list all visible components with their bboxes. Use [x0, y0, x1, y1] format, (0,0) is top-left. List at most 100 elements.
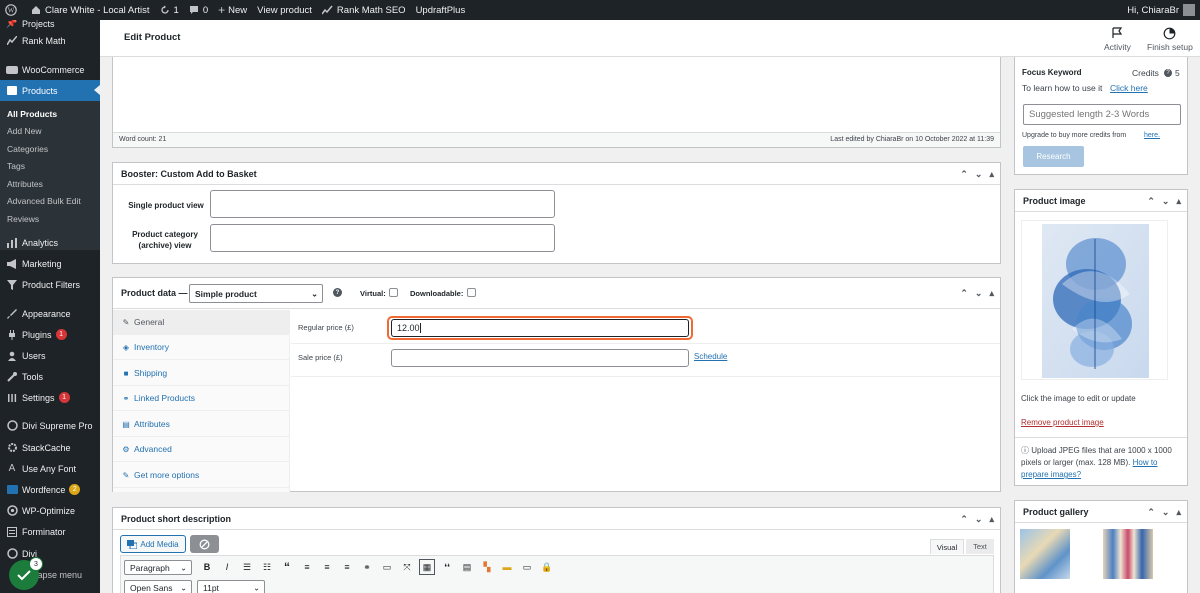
sidebar-item-wp-optimize[interactable]: WP-Optimize: [0, 500, 100, 521]
collapse-icon[interactable]: ▴: [989, 169, 994, 180]
sale-price-input[interactable]: [391, 349, 689, 367]
collapse-icon[interactable]: ▴: [989, 514, 994, 525]
divider-icon[interactable]: ▭: [519, 559, 535, 575]
sidebar-item-woocommerce[interactable]: WooCommerce: [0, 59, 100, 80]
submenu-attributes[interactable]: Attributes: [0, 175, 100, 192]
site-name-link[interactable]: Clare White - Local Artist: [26, 0, 155, 20]
sidebar-item-analytics[interactable]: Analytics: [0, 232, 100, 253]
tab-attributes[interactable]: ▤ Attributes: [113, 412, 290, 437]
sidebar-item-forminator[interactable]: Forminator: [0, 521, 100, 542]
bold-icon[interactable]: B: [199, 559, 215, 575]
upgrade-link[interactable]: here.: [1144, 132, 1160, 139]
sidebar-item-products[interactable]: Products: [0, 80, 100, 101]
sidebar-item-product-filters[interactable]: Product Filters: [0, 274, 100, 295]
focus-keyword-input[interactable]: [1023, 104, 1181, 125]
rank-math-link[interactable]: Rank Math SEO: [317, 0, 411, 20]
format-select[interactable]: Paragraph ⌄: [124, 560, 192, 575]
font-size-select[interactable]: 11pt ⌄: [197, 580, 265, 593]
sidebar-item-rank-math[interactable]: Rank Math: [0, 30, 100, 51]
sidebar-item-use-any-font[interactable]: A Use Any Font: [0, 458, 100, 479]
updates-link[interactable]: 1: [155, 0, 184, 20]
move-down-icon[interactable]: ⌄: [1162, 196, 1170, 207]
sidebar-item-plugins[interactable]: Plugins 1: [0, 324, 100, 345]
submenu-advanced-bulk-edit[interactable]: Advanced Bulk Edit: [0, 192, 100, 209]
product-image-header[interactable]: Product image ⌃ ⌄ ▴: [1015, 190, 1187, 212]
regular-price-input[interactable]: 12.00: [391, 319, 689, 337]
move-down-icon[interactable]: ⌄: [975, 288, 983, 299]
visual-tab[interactable]: Visual: [930, 539, 964, 554]
divi-builder-button[interactable]: [190, 535, 219, 553]
move-down-icon[interactable]: ⌄: [975, 514, 983, 525]
tab-linked-products[interactable]: ⚭ Linked Products: [113, 386, 290, 411]
collapse-icon[interactable]: ▴: [989, 288, 994, 299]
product-type-select[interactable]: Simple product ⌄: [189, 284, 323, 303]
activity-button[interactable]: Activity: [1104, 27, 1131, 52]
remove-image-link[interactable]: Remove product image: [1021, 418, 1104, 427]
quote-marks-icon[interactable]: ❛❛: [439, 559, 455, 575]
comments-link[interactable]: 0: [184, 0, 213, 20]
move-up-icon[interactable]: ⌃: [960, 288, 968, 299]
move-up-icon[interactable]: ⌃: [960, 514, 968, 525]
submenu-add-new[interactable]: Add New: [0, 122, 100, 139]
view-product-link[interactable]: View product: [252, 0, 317, 20]
sidebar-item-divi[interactable]: Divi: [0, 543, 100, 564]
move-up-icon[interactable]: ⌃: [1147, 196, 1155, 207]
gallery-thumbnail[interactable]: [1020, 529, 1070, 579]
collapse-icon[interactable]: ▴: [1176, 196, 1181, 207]
category-view-textarea[interactable]: [210, 224, 555, 252]
sidebar-item-users[interactable]: Users: [0, 345, 100, 366]
read-more-icon[interactable]: ▭: [379, 559, 395, 575]
submenu-tags[interactable]: Tags: [0, 157, 100, 174]
single-view-textarea[interactable]: [210, 190, 555, 218]
virtual-checkbox[interactable]: [389, 288, 398, 297]
sidebar-item-wordfence[interactable]: Wordfence 2: [0, 479, 100, 500]
task-notification-button[interactable]: 3: [9, 557, 43, 590]
tab-advanced[interactable]: ⚙ Advanced: [113, 437, 290, 462]
italic-icon[interactable]: I: [219, 559, 235, 575]
short-description-header[interactable]: Product short description ⌃ ⌄ ▴: [113, 508, 1000, 530]
sidebar-item-settings[interactable]: Settings 1: [0, 387, 100, 408]
move-up-icon[interactable]: ⌃: [1147, 507, 1155, 518]
downloadable-checkbox[interactable]: [467, 288, 476, 297]
fullscreen-icon[interactable]: ⤧: [399, 559, 415, 575]
research-button[interactable]: Research: [1023, 146, 1084, 167]
product-gallery-header[interactable]: Product gallery ⌃ ⌄ ▴: [1015, 501, 1187, 523]
wordpress-logo[interactable]: W: [0, 0, 26, 20]
align-right-icon[interactable]: ≡: [339, 559, 355, 575]
content-editor[interactable]: Word count: 21 Last edited by ChiaraBr o…: [112, 57, 1001, 148]
grid-color-icon[interactable]: ▚: [479, 559, 495, 575]
gallery-thumbnail[interactable]: [1103, 529, 1153, 579]
link-icon[interactable]: ⚭: [359, 559, 375, 575]
blockquote-icon[interactable]: “: [279, 559, 295, 575]
move-up-icon[interactable]: ⌃: [960, 169, 968, 180]
my-account-link[interactable]: Hi, ChiaraBr: [1122, 0, 1200, 20]
align-left-icon[interactable]: ≡: [299, 559, 315, 575]
move-down-icon[interactable]: ⌄: [1162, 507, 1170, 518]
bullet-list-icon[interactable]: ☰: [239, 559, 255, 575]
updraftplus-link[interactable]: UpdraftPlus: [411, 0, 471, 20]
product-image-thumbnail[interactable]: [1021, 220, 1168, 380]
move-down-icon[interactable]: ⌄: [975, 169, 983, 180]
submenu-categories[interactable]: Categories: [0, 140, 100, 157]
align-center-icon[interactable]: ≡: [319, 559, 335, 575]
tab-general[interactable]: ✎ General: [113, 310, 290, 335]
sidebar-item-divi-supreme-pro[interactable]: Divi Supreme Pro: [0, 415, 100, 436]
finish-setup-button[interactable]: Finish setup: [1147, 27, 1193, 52]
add-media-button[interactable]: Add Media: [120, 535, 186, 553]
collapse-icon[interactable]: ▴: [1176, 507, 1181, 518]
sidebar-item-stackcache[interactable]: StackCache: [0, 437, 100, 458]
help-icon[interactable]: ?: [333, 288, 342, 297]
font-family-select[interactable]: Open Sans ⌄: [124, 580, 192, 593]
text-tab[interactable]: Text: [966, 539, 994, 554]
layout-icon[interactable]: ▤: [459, 559, 475, 575]
sidebar-item-tools[interactable]: Tools: [0, 366, 100, 387]
click-here-link[interactable]: Click here: [1110, 83, 1148, 93]
sidebar-item-appearance[interactable]: Appearance: [0, 303, 100, 324]
highlight-icon[interactable]: ▬: [499, 559, 515, 575]
tab-get-more-options[interactable]: ✎ Get more options: [113, 463, 290, 488]
numbered-list-icon[interactable]: ☷: [259, 559, 275, 575]
lock-icon[interactable]: 🔒: [539, 559, 555, 575]
schedule-link[interactable]: Schedule: [694, 352, 727, 361]
submenu-all-products[interactable]: All Products: [0, 105, 100, 122]
tab-shipping[interactable]: ■ Shipping: [113, 361, 290, 386]
